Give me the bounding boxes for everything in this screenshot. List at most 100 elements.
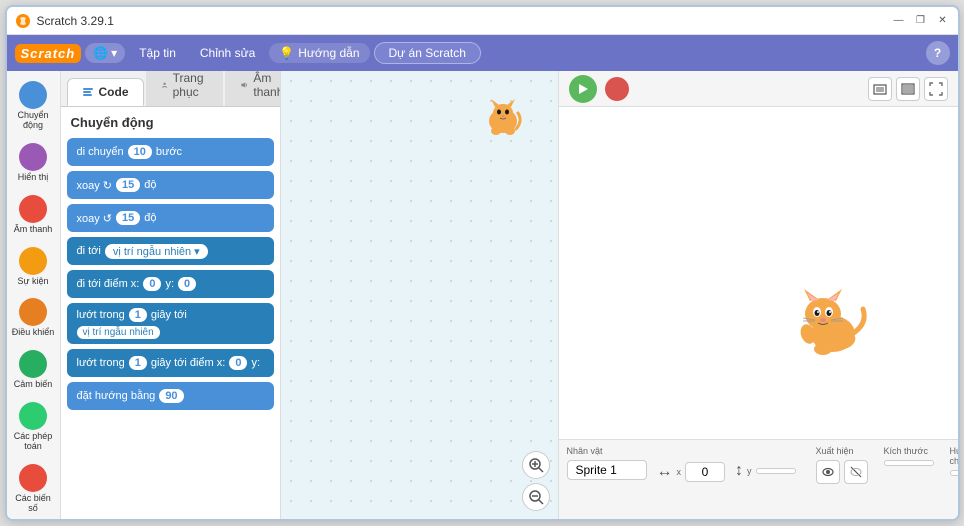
sidebar-item-looks[interactable]: Hiển thị xyxy=(8,139,58,187)
y-coord-section: ↕ y xyxy=(735,462,796,480)
block-glide-dropdown[interactable]: vị trí ngẫu nhiên xyxy=(77,326,160,339)
stop-button[interactable] xyxy=(605,77,629,101)
block-goto-dropdown[interactable]: vị trí ngẫu nhiên ▾ xyxy=(105,244,208,259)
tab-code[interactable]: Code xyxy=(67,78,144,106)
green-flag-button[interactable] xyxy=(569,75,597,103)
file-menu[interactable]: Tập tin xyxy=(129,42,186,64)
blocks-panel-header: Chuyển động xyxy=(61,107,280,134)
large-stage-button[interactable] xyxy=(896,77,920,101)
operators-label: Các phép toán xyxy=(10,432,56,452)
code-area-sprite xyxy=(478,91,528,141)
block-glide-x-value[interactable]: 0 xyxy=(229,356,247,370)
scratch-logo: Scratch xyxy=(15,44,82,63)
show-button[interactable] xyxy=(816,460,840,484)
block-goto-x-value[interactable]: 0 xyxy=(143,277,161,291)
tutorials-label: Hướng dẫn xyxy=(298,46,359,60)
block-rotate-cw-value[interactable]: 15 xyxy=(116,178,140,192)
bottom-panel: Nhân vật Sprite 1 ↔ x 0 ↕ y xyxy=(559,439,958,519)
direction-value-box[interactable] xyxy=(950,470,958,476)
maximize-button[interactable]: ❐ xyxy=(914,14,928,28)
size-value-box[interactable] xyxy=(884,460,934,466)
events-dot xyxy=(19,247,47,275)
globe-arrow-icon: ▾ xyxy=(111,46,117,60)
sprite-name-input[interactable]: Sprite 1 xyxy=(567,460,647,480)
block-goto-y-value[interactable]: 0 xyxy=(178,277,196,291)
block-glide-value[interactable]: 1 xyxy=(129,308,147,322)
block-rotate-ccw-unit: độ xyxy=(144,212,156,224)
sound-dot xyxy=(19,195,47,223)
size-label: Kích thước xyxy=(884,446,934,456)
visible-section: Xuất hiện xyxy=(816,446,868,484)
block-rotate-cw[interactable]: xoay ↻ 15 độ xyxy=(67,171,274,199)
block-glide-xy-value[interactable]: 1 xyxy=(129,356,147,370)
stage-panel: Nhân vật Sprite 1 ↔ x 0 ↕ y xyxy=(558,71,958,519)
block-rotate-ccw[interactable]: xoay ↺ 15 độ xyxy=(67,204,274,232)
hide-button[interactable] xyxy=(844,460,868,484)
sounds-tab-icon xyxy=(240,79,248,91)
sensing-dot xyxy=(19,350,47,378)
sidebar-item-sensing[interactable]: Cảm biến xyxy=(8,346,58,394)
tab-costumes[interactable]: Trang phục xyxy=(146,71,224,106)
title-bar-controls: — ❐ ✕ xyxy=(892,14,950,28)
block-glide-random[interactable]: lướt trong 1 giây tới vị trí ngẫu nhiên xyxy=(67,303,274,344)
block-goto-label: đi tới xyxy=(77,245,101,257)
zoom-in-button[interactable] xyxy=(522,451,550,479)
x-coord-row: ↔ x 0 xyxy=(657,462,726,482)
motion-dot xyxy=(19,81,47,109)
sidebar-item-events[interactable]: Sự kiện xyxy=(8,243,58,291)
sidebar: Chuyển động Hiển thị Âm thanh Sự kiện Đi… xyxy=(7,71,61,519)
help-button[interactable]: ? xyxy=(926,41,950,65)
block-set-direction[interactable]: đặt hướng bằng 90 xyxy=(67,382,274,410)
sidebar-item-operators[interactable]: Các phép toán xyxy=(8,398,58,456)
y-arrows-icon: ↕ xyxy=(735,462,743,480)
main-content: Chuyển động Hiển thị Âm thanh Sự kiện Đi… xyxy=(7,71,958,519)
small-stage-button[interactable] xyxy=(868,77,892,101)
tutorials-menu[interactable]: 💡 Hướng dẫn xyxy=(269,43,369,63)
project-name[interactable]: Dự án Scratch xyxy=(374,42,481,64)
stage-cat-sprite xyxy=(788,279,878,359)
block-goto-xy[interactable]: đi tới điểm x: 0 y: 0 xyxy=(67,270,274,298)
zoom-out-button[interactable] xyxy=(522,483,550,511)
block-goto-random[interactable]: đi tới vị trí ngẫu nhiên ▾ xyxy=(67,237,274,265)
block-glide-xy[interactable]: lướt trong 1 giây tới điểm x: 0 y: xyxy=(67,349,274,377)
block-move[interactable]: di chuyển 10 bước xyxy=(67,138,274,166)
block-rotate-ccw-value[interactable]: 15 xyxy=(116,211,140,225)
sidebar-item-sound[interactable]: Âm thanh xyxy=(8,191,58,239)
title-bar-left: Scratch 3.29.1 xyxy=(15,13,114,29)
globe-icon: 🌐 xyxy=(93,46,108,60)
looks-dot xyxy=(19,143,47,171)
eye-icon xyxy=(821,465,835,479)
block-glide-unit: giây tới xyxy=(151,309,187,321)
sprite-label: Nhân vật xyxy=(567,446,647,456)
menu-bar: Scratch 🌐 ▾ Tập tin Chỉnh sửa 💡 Hướng dẫ… xyxy=(7,35,958,71)
stage-view-btns xyxy=(868,77,948,101)
block-set-dir-value[interactable]: 90 xyxy=(159,389,183,403)
block-move-value[interactable]: 10 xyxy=(128,145,152,159)
control-label: Điều khiển xyxy=(12,328,55,338)
block-glide-y-label2: y: xyxy=(251,357,260,369)
close-button[interactable]: ✕ xyxy=(936,14,950,28)
variables-label: Các biến số xyxy=(10,494,56,514)
sensing-label: Cảm biến xyxy=(14,380,53,390)
blocks-tab-bar: Code Trang phục Âm thanh xyxy=(61,71,280,107)
minimize-button[interactable]: — xyxy=(892,14,906,28)
code-area xyxy=(281,71,558,519)
edit-menu[interactable]: Chỉnh sửa xyxy=(190,42,265,64)
sidebar-item-variables[interactable]: Các biến số xyxy=(8,460,58,518)
looks-label: Hiển thị xyxy=(18,173,49,183)
sidebar-item-motion[interactable]: Chuyển động xyxy=(8,77,58,135)
sidebar-item-control[interactable]: Điều khiển xyxy=(8,294,58,342)
size-section: Kích thước xyxy=(884,446,934,466)
x-value-box[interactable]: 0 xyxy=(685,462,725,482)
costumes-tab-icon xyxy=(161,79,168,91)
y-label: y xyxy=(747,466,752,476)
language-menu[interactable]: 🌐 ▾ xyxy=(85,43,125,63)
tab-sounds[interactable]: Âm thanh xyxy=(225,71,280,106)
small-stage-icon xyxy=(873,82,887,96)
y-value-box[interactable] xyxy=(756,468,796,474)
fullscreen-button[interactable] xyxy=(924,77,948,101)
main-window: Scratch 3.29.1 — ❐ ✕ Scratch 🌐 ▾ Tập tin… xyxy=(5,5,960,521)
zoom-controls xyxy=(522,451,550,511)
window-title: Scratch 3.29.1 xyxy=(37,14,114,28)
title-bar: Scratch 3.29.1 — ❐ ✕ xyxy=(7,7,958,35)
